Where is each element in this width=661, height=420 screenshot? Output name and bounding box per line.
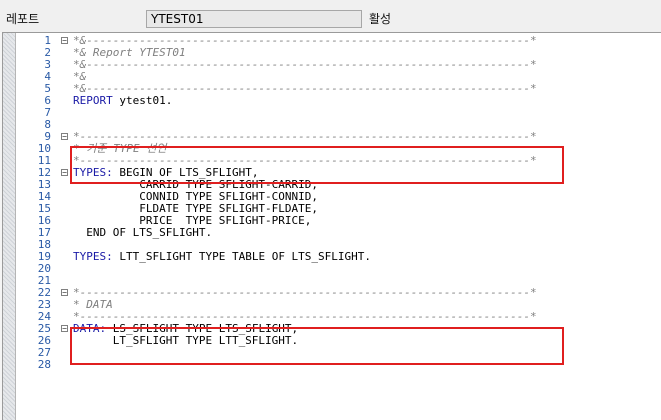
fold-toggle-icon[interactable]: − [61,133,68,141]
highlight-box-type-declaration [70,146,564,184]
line-number: 28 [37,358,51,371]
code-text: *&--------------------------------------… [73,59,537,71]
report-label: 레포트 [6,12,40,26]
code-line[interactable]: 19 TYPES: LTT_SFLIGHT TYPE TABLE OF LTS_S… [3,251,661,263]
code-comment: *&--------------------------------------… [73,58,537,71]
code-keyword: TYPES: [73,250,113,263]
code-text: TYPES: LTT_SFLIGHT TYPE TABLE OF LTS_SFL… [73,251,371,263]
status-text: 활성 [369,12,392,26]
code-text: END OF LTS_SFLIGHT. [73,227,212,239]
code-line[interactable]: 3 *&-------------------------------------… [3,59,661,71]
code-statement: LTT_SFLIGHT TYPE TABLE OF LTS_SFLIGHT. [112,250,372,263]
fold-toggle-icon[interactable]: − [61,289,68,297]
code-line[interactable]: 17 END OF LTS_SFLIGHT. [3,227,661,239]
code-line[interactable]: 6 REPORT ytest01. [3,95,661,107]
code-keyword: REPORT [73,94,113,107]
code-line[interactable]: 20 [3,263,661,275]
code-line[interactable]: 7 [3,107,661,119]
report-name-field[interactable]: YTEST01 [146,10,362,28]
fold-toggle-icon[interactable]: − [61,169,68,177]
code-lines: 1− *&------------------------------------… [3,35,661,371]
code-text: *---------------------------------------… [73,287,537,299]
code-statement: ytest01. [112,94,173,107]
highlight-box-data-section [70,327,564,365]
fold-toggle-icon[interactable]: − [61,37,68,45]
code-text: REPORT ytest01. [73,95,172,107]
code-statement: END OF LTS_SFLIGHT. [73,226,213,239]
report-header: 레포트 YTEST01 활성 [0,0,661,32]
fold-toggle-icon[interactable]: − [61,325,68,333]
code-comment: *---------------------------------------… [73,286,537,299]
abap-code-editor[interactable]: 1− *&------------------------------------… [2,32,661,420]
